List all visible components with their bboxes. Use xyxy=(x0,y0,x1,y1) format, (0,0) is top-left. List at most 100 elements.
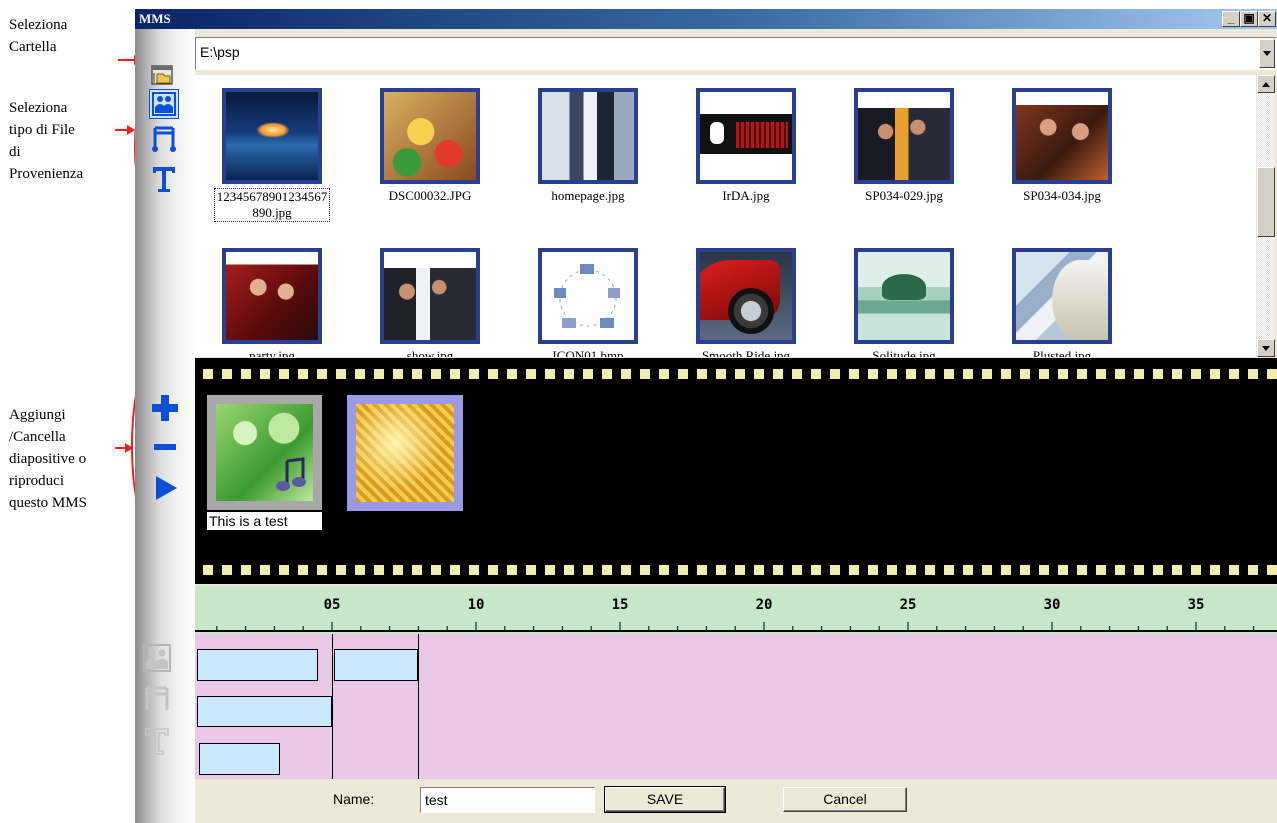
track-type-icons xyxy=(135,638,195,785)
thumbnail-name: party.jpg xyxy=(249,348,295,357)
save-button[interactable]: SAVE xyxy=(604,786,726,813)
thumbnail-name: homepage.jpg xyxy=(551,188,625,203)
cancel-button[interactable]: Cancel xyxy=(783,787,907,812)
bottom-bar: Name: SAVE Cancel xyxy=(195,779,1277,823)
thumbnail-item[interactable]: IrDA.jpg xyxy=(666,75,826,225)
thumbnail-name-text: 12345678901234567 890.jpg xyxy=(213,188,331,222)
thumbnail-item[interactable]: DSC00032.JPG xyxy=(350,75,510,225)
ruler-label: 10 xyxy=(467,597,485,613)
film-perforations-top xyxy=(203,369,1277,379)
folder-path-combobox[interactable]: E:\psp xyxy=(195,37,1277,70)
minus-icon xyxy=(154,444,176,450)
name-label: Name: xyxy=(333,791,375,807)
image-track-block-slide-2[interactable] xyxy=(334,649,418,681)
thumbnail-name: SP034-029.jpg xyxy=(865,188,943,203)
thumbnail-item[interactable]: SP034-034.jpg xyxy=(982,75,1142,225)
thumbnail-name: Plusted.jpg xyxy=(1032,348,1092,357)
thumbnail-frame xyxy=(696,248,796,344)
annotation-select-folder: Seleziona Cartella xyxy=(9,17,68,55)
music-note-icon xyxy=(152,126,176,152)
minimize-button[interactable]: _ xyxy=(1222,11,1240,27)
file-type-image-button[interactable] xyxy=(149,89,179,119)
thumbnail-item[interactable]: Solitude.jpg xyxy=(824,235,984,357)
annotation-select-file-type: Seleziona tipo di File di Provenienza xyxy=(9,100,84,182)
thumbnail-name: IrDA.jpg xyxy=(722,188,770,203)
chevron-up-icon xyxy=(1262,81,1270,87)
scroll-down-button[interactable] xyxy=(1257,339,1275,357)
show-image xyxy=(384,252,476,340)
ruler-label: 20 xyxy=(755,597,773,613)
audio-track-block-slide-1[interactable] xyxy=(197,696,332,727)
ruler-label: 05 xyxy=(323,597,341,613)
text-track-block-slide-1[interactable] xyxy=(199,743,280,775)
restore-button[interactable]: ▣ xyxy=(1240,11,1258,27)
diagram-icons xyxy=(554,264,620,328)
browser-scrollbar[interactable] xyxy=(1257,75,1275,357)
thumbnail-item[interactable]: SP034-029.jpg xyxy=(824,75,984,225)
slide-boundary-1 xyxy=(332,634,333,779)
close-button[interactable]: ✕ xyxy=(1258,11,1276,27)
thumbnail-item[interactable]: Smooth Ride.jpg xyxy=(666,235,826,357)
thumbnail-item[interactable]: 12345678901234567 890.jpg xyxy=(195,75,352,225)
slide-boundary-2 xyxy=(418,634,419,779)
curve-shape xyxy=(1052,260,1108,340)
thumbnail-name: SP034-034.jpg xyxy=(1023,188,1101,203)
audio-track-icon xyxy=(145,686,169,710)
ruler-label: 30 xyxy=(1043,597,1061,613)
slide-1[interactable]: This is a test xyxy=(207,395,322,538)
annotation-add-delete-play: Aggiungi /Cancella diapositive o riprodu… xyxy=(9,407,87,511)
timeline-tracks[interactable] xyxy=(195,634,1277,779)
text-t-icon xyxy=(153,167,175,192)
title-bar[interactable]: MMS _ ▣ ✕ xyxy=(135,9,1277,29)
thumbnail-item[interactable]: homepage.jpg xyxy=(508,75,668,225)
thumbnail-name: show.jpg xyxy=(406,348,454,357)
file-browser[interactable]: 12345678901234567 890.jpg DSC00032.JPG h… xyxy=(195,75,1256,357)
file-type-audio-button[interactable] xyxy=(149,123,179,155)
add-slide-button[interactable] xyxy=(149,392,181,424)
thumbnail-name: 12345678901234567 890.jpg xyxy=(195,188,352,222)
play-icon xyxy=(156,476,177,500)
car-wheel xyxy=(728,288,774,334)
image-track-block-slide-1[interactable] xyxy=(197,649,318,681)
window-title: MMS xyxy=(139,11,171,26)
path-dropdown-button[interactable] xyxy=(1259,39,1275,68)
select-folder-button[interactable] xyxy=(147,62,177,88)
thumbnail-item[interactable]: ICON01.bmp xyxy=(508,235,668,357)
music-badge-icon xyxy=(276,457,306,491)
thumbnail-frame xyxy=(854,88,954,184)
irda-red-stripes xyxy=(736,122,788,148)
thumbnail-frame xyxy=(1012,88,1112,184)
light-glow xyxy=(256,122,290,138)
timeline-ruler[interactable]: 05 10 15 20 25 30 35 xyxy=(195,586,1277,634)
thumbnail-name: Smooth Ride.jpg xyxy=(701,348,791,357)
slide-filmstrip[interactable]: This is a test xyxy=(195,358,1277,584)
slide-2[interactable] xyxy=(347,395,463,511)
ruler-label: 35 xyxy=(1187,597,1205,613)
thumbnail-frame xyxy=(222,248,322,344)
file-type-text-button[interactable] xyxy=(149,163,179,195)
thumbnail-name: ICON01.bmp xyxy=(552,348,624,357)
teddy-bears-image xyxy=(384,92,476,180)
plus-icon xyxy=(152,395,178,421)
thumbnail-item[interactable]: party.jpg xyxy=(195,235,352,357)
thumbnail-frame xyxy=(380,88,480,184)
thumbnail-frame xyxy=(538,88,638,184)
film-perforations-bottom xyxy=(203,565,1277,575)
image-track-icon xyxy=(143,644,171,672)
scroll-up-button[interactable] xyxy=(1257,75,1275,93)
thumbnail-item[interactable]: show.jpg xyxy=(350,235,510,357)
name-input[interactable] xyxy=(420,787,595,813)
group-image xyxy=(1016,92,1108,180)
slide-2-image xyxy=(356,404,454,502)
scroll-thumb[interactable] xyxy=(1257,167,1275,237)
delete-slide-button[interactable] xyxy=(149,437,181,457)
people-image-icon xyxy=(152,92,176,116)
thumbnail-name: Solitude.jpg xyxy=(872,348,936,357)
ruler-label: 25 xyxy=(899,597,917,613)
thumbnail-frame xyxy=(222,88,322,184)
tree-island xyxy=(882,274,926,300)
thumbnail-item[interactable]: Plusted.jpg xyxy=(982,235,1142,357)
thumbnail-frame xyxy=(380,248,480,344)
thumbnail-frame xyxy=(854,248,954,344)
play-mms-button[interactable] xyxy=(151,472,181,504)
